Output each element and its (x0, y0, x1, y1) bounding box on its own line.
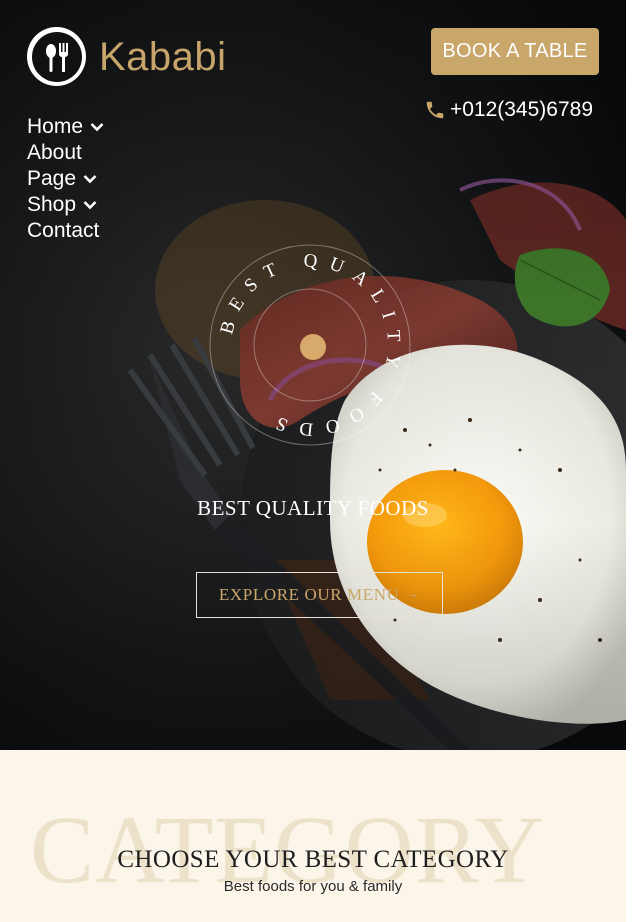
nav-item-home[interactable]: Home (27, 114, 104, 140)
hero-section: Kababi BOOK A TABLE +012(345)6789 Home A… (0, 0, 626, 750)
nav-item-label: Shop (27, 193, 77, 216)
nav-item-label: Page (27, 167, 77, 190)
page-edge (626, 0, 632, 922)
main-nav: Home About Page Shop Contact (27, 114, 104, 244)
nav-item-about[interactable]: About (27, 140, 104, 166)
chevron-down-icon (83, 201, 97, 210)
brand-name: Kababi (99, 34, 227, 79)
explore-menu-label: EXPLORE OUR MENU (218, 585, 400, 604)
arrow-right-icon: → (405, 587, 421, 602)
nav-item-label: Home (27, 115, 84, 138)
page: Kababi BOOK A TABLE +012(345)6789 Home A… (0, 0, 632, 922)
chevron-down-icon (90, 123, 104, 132)
nav-item-contact[interactable]: Contact (27, 218, 104, 244)
phone-number: +012(345)6789 (449, 98, 593, 121)
nav-item-label: Contact (27, 219, 100, 242)
nav-item-page[interactable]: Page (27, 166, 104, 192)
book-table-button[interactable]: BOOK A TABLE (431, 28, 599, 75)
explore-menu-button[interactable]: EXPLORE OUR MENU → (196, 572, 443, 618)
fork-spoon-icon (27, 27, 86, 86)
phone-link[interactable]: +012(345)6789 (424, 98, 593, 122)
nav-item-shop[interactable]: Shop (27, 192, 104, 218)
hero-title: BEST QUALITY FOODS (197, 496, 429, 520)
nav-item-label: About (27, 141, 82, 164)
quality-badge: BEST QUALITY FOODS (209, 244, 411, 446)
category-title: CHOOSE YOUR BEST CATEGORY (117, 846, 509, 873)
chevron-down-icon (83, 175, 97, 184)
logo[interactable]: Kababi (27, 27, 227, 86)
phone-icon (426, 101, 444, 119)
category-section: CATEGORY CHOOSE YOUR BEST CATEGORY Best … (0, 750, 626, 922)
category-subtitle: Best foods for you & family (223, 878, 403, 895)
